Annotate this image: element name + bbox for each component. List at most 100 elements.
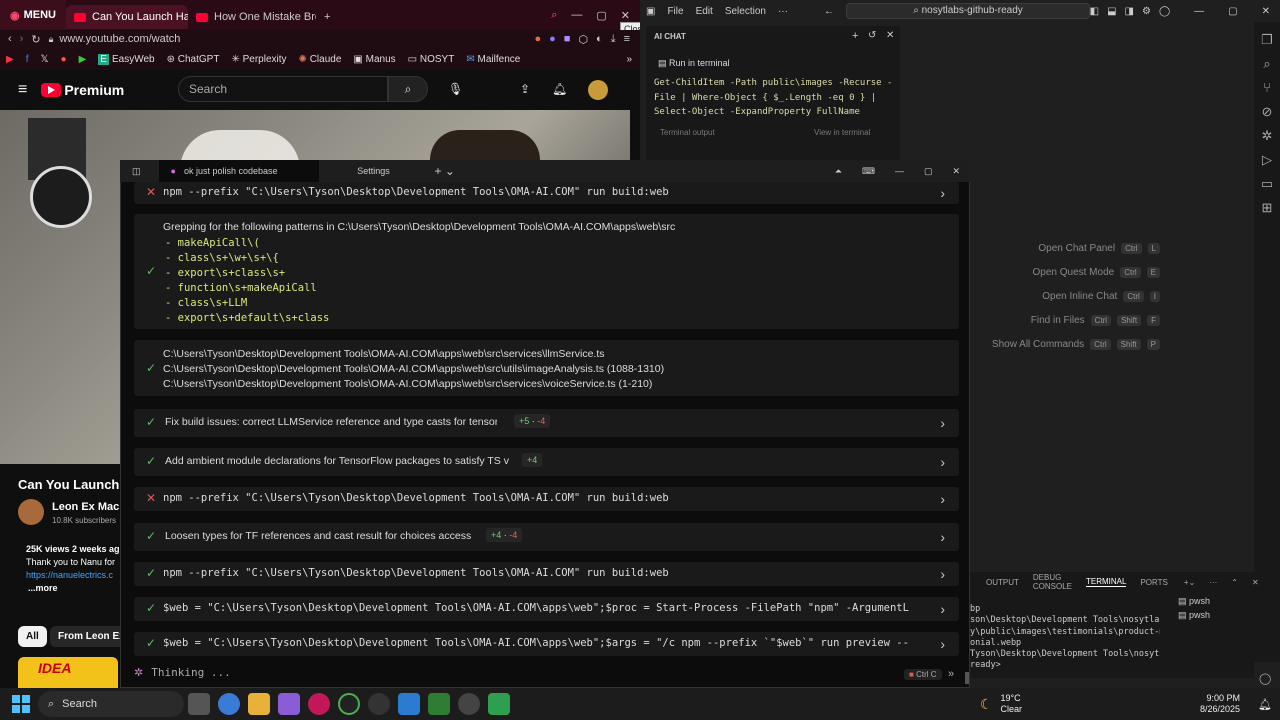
profile-icon[interactable]: ◐ [596, 33, 603, 46]
app-icon[interactable] [398, 693, 420, 715]
search-icon[interactable]: ⌕ [1254, 52, 1280, 76]
weather-widget[interactable]: 19°C Clear [1000, 693, 1022, 715]
new-chat-icon[interactable]: + [852, 30, 858, 42]
command-open-inline-chat[interactable]: Open Inline Chat Ctrl I [980, 288, 1160, 304]
upload-icon[interactable]: ⇪ [520, 82, 530, 96]
file-result[interactable]: C:\Users\Tyson\Desktop\Development Tools… [163, 377, 664, 392]
file-explorer-icon[interactable] [248, 693, 270, 715]
cancel-button[interactable]: ■ Ctrl C [904, 669, 942, 680]
browser-app-icon[interactable] [308, 693, 330, 715]
chevron-right-icon[interactable]: › [940, 185, 945, 201]
command-entry-success[interactable]: ✓ npm --prefix "C:\Users\Tyson\Desktop\D… [134, 562, 959, 586]
maximize-panel-icon[interactable]: ⌃ [1231, 578, 1238, 587]
command-find-in-files[interactable]: Find in Files Ctrl Shift F [980, 312, 1160, 328]
bookmark-nosyt[interactable]: ▭ NOSYT [408, 54, 455, 65]
bookmark-easyweb[interactable]: E EasyWeb [98, 53, 155, 65]
toggle-panel-icon[interactable]: ⬓ [1107, 6, 1116, 17]
source-control-icon[interactable]: ⑂ [1254, 76, 1280, 100]
close-window-icon[interactable]: ✕ [621, 9, 630, 22]
maximize-icon[interactable]: ▢ [924, 166, 933, 177]
chevron-right-icon[interactable]: › [940, 601, 945, 617]
extension-icon[interactable]: ● [549, 33, 556, 46]
clock[interactable]: 9:00 PM 8/26/2025 [1200, 693, 1240, 715]
close-panel-icon[interactable]: ✕ [1252, 578, 1259, 587]
new-tab-button[interactable]: + [316, 5, 338, 29]
extensions-icon[interactable]: ⊞ [1254, 196, 1280, 220]
browser-tab-active[interactable]: Can You Launch Hard✕ [66, 5, 188, 29]
more-icon[interactable]: ··· [1209, 578, 1217, 587]
extensions-gear-icon[interactable]: ✲ [1254, 124, 1280, 148]
tab-output[interactable]: OUTPUT [986, 578, 1019, 587]
task-view-icon[interactable] [188, 693, 210, 715]
minimize-icon[interactable]: — [571, 9, 582, 22]
app-icon[interactable] [428, 693, 450, 715]
extensions-icon[interactable]: ⬡ [578, 33, 588, 46]
download-icon[interactable]: ⤓ [611, 33, 616, 46]
command-open-quest-mode[interactable]: Open Quest Mode Ctrl E [980, 264, 1160, 280]
microphone-icon[interactable]: 🎙︎ [448, 82, 463, 96]
history-icon[interactable]: ↺ [868, 30, 876, 41]
terminal-tab-settings[interactable]: Settings [319, 160, 429, 182]
command-show-all-commands[interactable]: Show All Commands Ctrl Shift P [980, 336, 1160, 352]
back-icon[interactable]: ‹ [8, 33, 12, 45]
chevron-right-icon[interactable]: › [940, 636, 945, 652]
tab-terminal[interactable]: TERMINAL [1086, 577, 1127, 587]
keyboard-icon[interactable]: ⌨ [862, 166, 875, 177]
new-tab-icon[interactable]: + ⌄ [435, 164, 455, 178]
more-link[interactable]: ...more [28, 583, 58, 593]
tab-debug-console[interactable]: DEBUG CONSOLE [1033, 573, 1072, 591]
toggle-secondary-icon[interactable]: ◨ [1125, 6, 1134, 17]
minimize-icon[interactable]: — [1194, 6, 1204, 17]
notifications-icon[interactable]: 🔔︎ [552, 82, 567, 96]
browser-menu-icon[interactable]: ≡ [624, 33, 630, 46]
facebook-icon[interactable]: f [26, 54, 29, 65]
url-field[interactable]: www.youtube.com/watch [59, 33, 180, 45]
close-window-icon[interactable]: ✕ [1262, 6, 1270, 17]
bookmark-icon[interactable]: ● [61, 54, 67, 65]
app-icon[interactable] [278, 693, 300, 715]
settings-gear-icon[interactable]: ⚙ [1142, 6, 1151, 17]
new-terminal-icon[interactable]: +⌄ [1184, 578, 1195, 587]
menu-more[interactable]: ··· [778, 6, 788, 17]
scrollbar[interactable] [965, 672, 969, 684]
description-link[interactable]: https://nanuelectrics.c [26, 570, 113, 580]
command-entry-failed[interactable]: ✕ npm --prefix "C:\Users\Tyson\Desktop\D… [134, 487, 959, 511]
nav-back-icon[interactable]: ← [824, 6, 834, 17]
remote-icon[interactable]: ▭ [1254, 172, 1280, 196]
copilot-icon[interactable] [218, 693, 240, 715]
file-result[interactable]: C:\Users\Tyson\Desktop\Development Tools… [163, 347, 664, 362]
search-icon[interactable]: ⌕ [388, 76, 428, 102]
menu-selection[interactable]: Selection [725, 6, 766, 17]
menu-file[interactable]: File [667, 6, 683, 17]
reload-icon[interactable]: ↻ [31, 33, 40, 46]
notification-bell-icon[interactable]: 🔔︎ [1258, 698, 1272, 711]
chevron-right-icon[interactable]: › [940, 529, 945, 545]
terminal-output[interactable]: bp son\Desktop\Development Tools\nosytla… [970, 604, 1160, 674]
youtube-search-input[interactable]: Search [178, 76, 388, 102]
tab-ports[interactable]: PORTS [1140, 578, 1167, 587]
maximize-icon[interactable]: ▢ [1228, 6, 1237, 17]
chevron-right-icon[interactable]: › [940, 566, 945, 582]
app-icon[interactable] [338, 693, 360, 715]
maximize-icon[interactable]: ▢ [596, 9, 606, 22]
account-icon[interactable]: ◯ [1259, 672, 1271, 685]
agent-icon[interactable]: ⏶ [835, 166, 842, 177]
extension-icon[interactable]: ● [534, 33, 541, 46]
bookmark-manus[interactable]: ▣ Manus [353, 54, 395, 65]
search-tabs-icon[interactable]: ⌕ [551, 9, 557, 22]
chevron-right-icon[interactable]: › [940, 454, 945, 470]
taskbar-search[interactable]: ⌕ Search [38, 691, 184, 717]
bookmark-perplexity[interactable]: ✳ Perplexity [231, 54, 286, 65]
browser-menu-button[interactable]: ◉ MENU [0, 0, 66, 30]
channel-name[interactable]: Leon Ex Mach [52, 501, 126, 513]
chip-from-channel[interactable]: From Leon Ex M [50, 626, 130, 647]
extension-icon[interactable]: ■ [564, 33, 571, 46]
toggle-sidebar-icon[interactable]: ◧ [1090, 6, 1099, 17]
terminal-tab-active[interactable]: ● ok just polish codebase [158, 160, 319, 182]
file-results-entry[interactable]: ✓ C:\Users\Tyson\Desktop\Development Too… [134, 340, 959, 396]
start-icon[interactable] [12, 695, 30, 713]
close-window-icon[interactable]: ✕ [952, 166, 960, 177]
chip-all[interactable]: All [18, 626, 47, 647]
hamburger-icon[interactable]: ≡ [18, 81, 27, 99]
account-icon[interactable]: ◯ [1159, 6, 1170, 17]
